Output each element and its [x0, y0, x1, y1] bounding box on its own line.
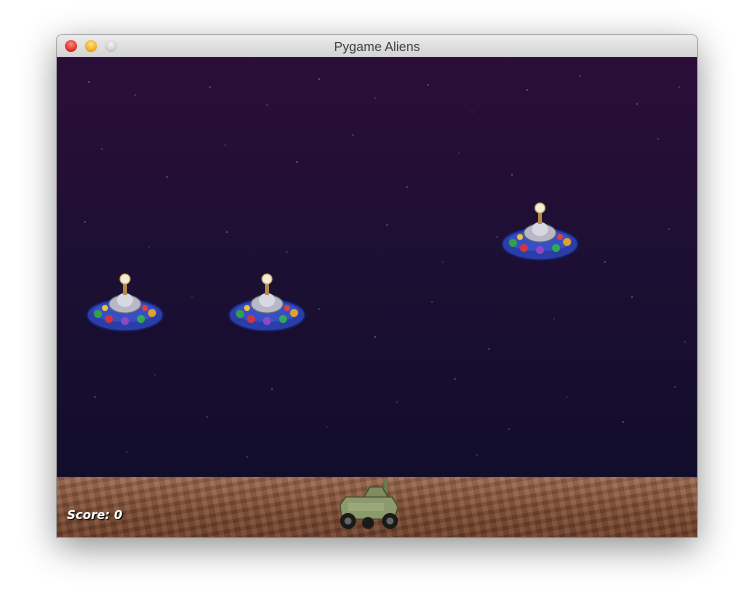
starfield — [84, 75, 686, 458]
title-bar[interactable]: Pygame Aliens — [57, 35, 697, 58]
game-window: Pygame Aliens Score: 0 — [57, 35, 697, 537]
ufo-icon — [86, 273, 164, 332]
ufo-icon — [228, 273, 306, 332]
game-canvas[interactable]: Score: 0 — [57, 57, 697, 537]
window-title: Pygame Aliens — [334, 39, 420, 54]
tank-icon — [339, 479, 399, 529]
alien-ufo-3 — [501, 202, 579, 261]
alien-ufo-1 — [86, 273, 164, 332]
score-display: Score: 0 — [67, 508, 123, 522]
ufo-icon — [501, 202, 579, 261]
alien-ufo-2 — [228, 273, 306, 332]
player-tank — [339, 479, 399, 529]
